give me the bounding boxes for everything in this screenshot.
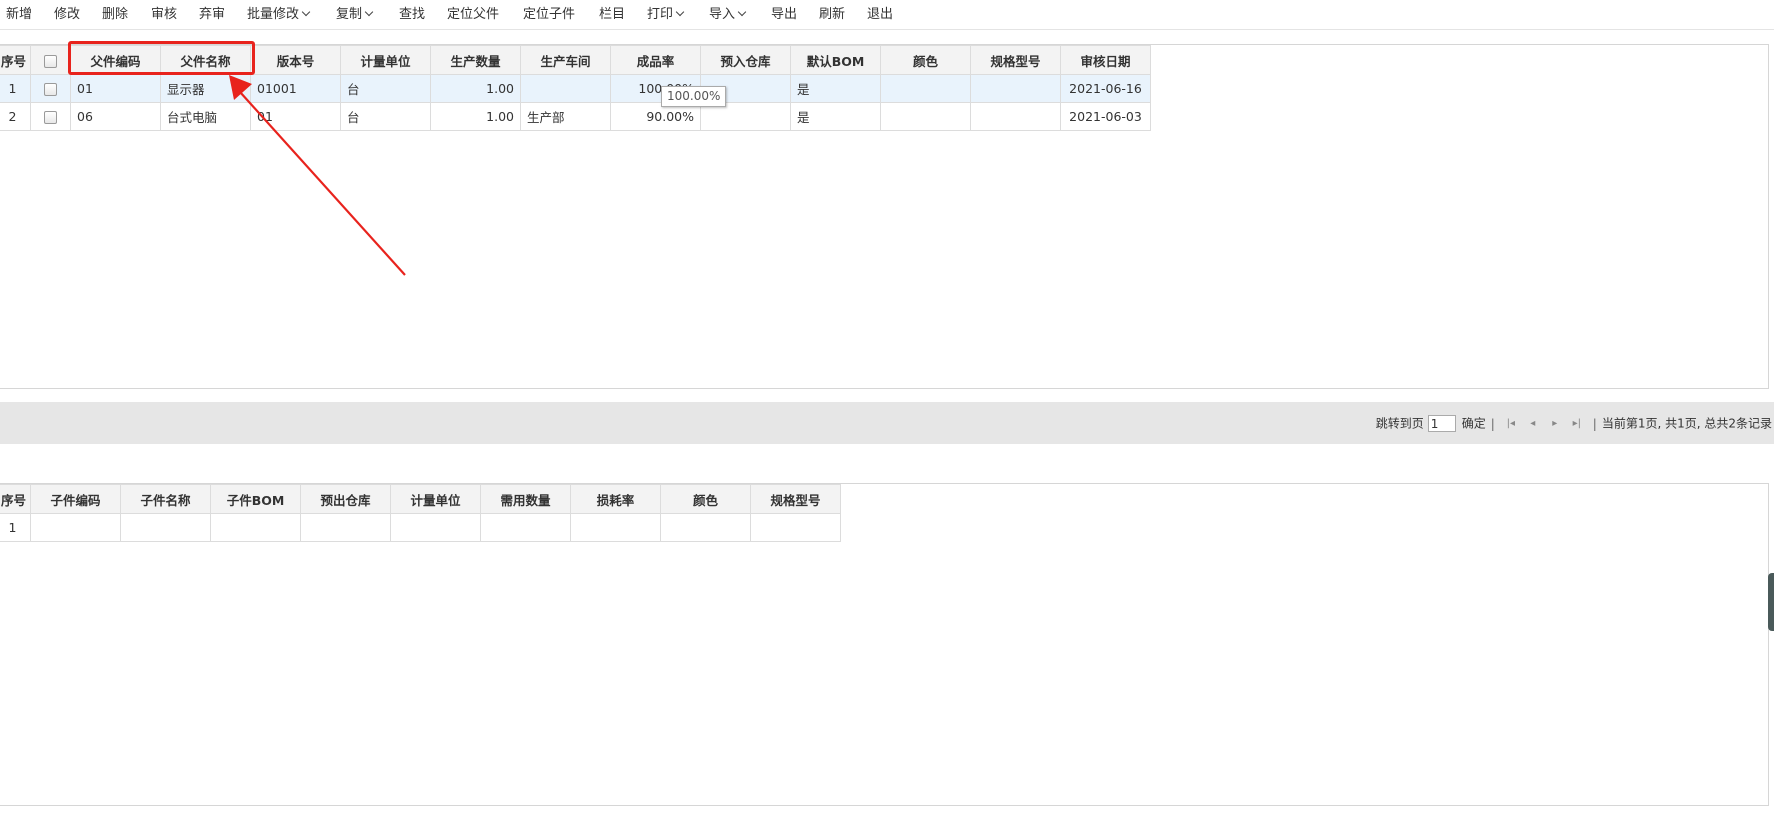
arrow-head xyxy=(229,75,252,100)
annotation-arrow-icon xyxy=(229,75,406,276)
arrow-shaft xyxy=(239,91,406,276)
